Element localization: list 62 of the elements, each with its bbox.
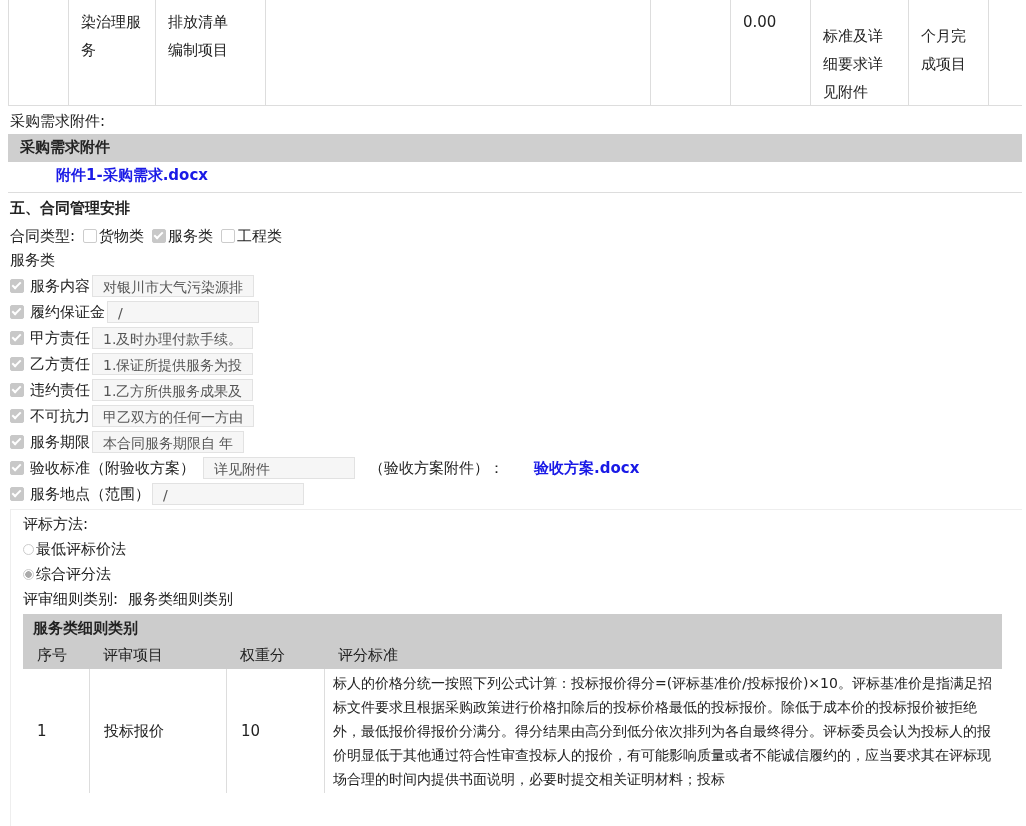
checkbox[interactable] bbox=[83, 229, 98, 243]
checkbox[interactable] bbox=[10, 487, 24, 501]
table-cell-text: 个月完 成项目 bbox=[921, 26, 967, 75]
checkbox[interactable] bbox=[152, 229, 167, 243]
contract-type-label: 合同类型: bbox=[10, 226, 76, 246]
field-label: 服务内容 bbox=[30, 276, 90, 296]
table-cell-text: 排放清单 编制项目 bbox=[168, 12, 229, 61]
input-field[interactable]: 详见附件 bbox=[203, 457, 355, 479]
table-cell: 投标报价 bbox=[104, 721, 164, 741]
table-cell: 1 bbox=[37, 722, 47, 740]
input-field[interactable]: 甲乙双方的任何一方由 bbox=[92, 405, 254, 427]
detail-value: 服务类细则类别 bbox=[128, 590, 234, 609]
field-label: 服务期限 bbox=[30, 432, 90, 452]
field-label: 违约责任 bbox=[30, 380, 90, 400]
field-label: 乙方责任 bbox=[30, 354, 90, 374]
checkbox[interactable] bbox=[10, 331, 24, 345]
radio-label: 综合评分法 bbox=[36, 565, 111, 584]
radio-button[interactable] bbox=[23, 569, 34, 580]
checkbox[interactable] bbox=[10, 279, 24, 293]
table-cell: 10 bbox=[241, 722, 261, 740]
input-field[interactable]: 1.保证所提供服务为投 bbox=[92, 353, 254, 375]
column-header: 权重分 bbox=[239, 645, 286, 665]
checkbox[interactable] bbox=[10, 383, 24, 397]
method-label: 评标方法: bbox=[23, 514, 90, 535]
input-field[interactable]: 1.及时办理付款手续。 bbox=[92, 327, 254, 349]
checkbox-label: 服务类 bbox=[168, 226, 214, 246]
table-cell-text: 0.00 bbox=[743, 12, 778, 33]
column-header: 评审项目 bbox=[102, 645, 164, 665]
attachment-label: （验收方案附件）： bbox=[369, 458, 504, 478]
attachments-label: 采购需求附件: bbox=[9, 111, 107, 132]
table-cell-text: 染治理服 务 bbox=[81, 12, 142, 61]
file-link[interactable]: 附件1-采购需求.docx bbox=[56, 166, 208, 184]
checkbox[interactable] bbox=[10, 461, 24, 475]
input-field[interactable]: 1.乙方所供服务成果及 bbox=[92, 379, 254, 401]
column-header: 序号 bbox=[36, 645, 68, 665]
input-field[interactable]: 对银川市大气污染源排 bbox=[92, 275, 254, 297]
checkbox[interactable] bbox=[10, 435, 24, 449]
checkbox[interactable] bbox=[10, 305, 24, 319]
table-title: 服务类细则类别 bbox=[32, 618, 139, 639]
input-field[interactable]: 本合同服务期限自 年 bbox=[92, 431, 245, 453]
file-link[interactable]: 验收方案.docx bbox=[534, 458, 640, 478]
input-field[interactable]: / bbox=[152, 483, 304, 505]
checkbox[interactable] bbox=[221, 229, 236, 243]
checkbox-label: 货物类 bbox=[99, 226, 145, 246]
checkbox[interactable] bbox=[10, 357, 24, 371]
category-label: 服务类 bbox=[9, 250, 56, 271]
radio-label: 最低评标价法 bbox=[36, 540, 126, 559]
field-label: 履约保证金 bbox=[30, 302, 105, 322]
section-title: 五、合同管理安排 bbox=[9, 198, 131, 219]
field-label: 验收标准（附验收方案） bbox=[30, 458, 195, 478]
table-cell-text: 标准及详 细要求详 见附件 bbox=[823, 26, 884, 103]
checkbox[interactable] bbox=[10, 409, 24, 423]
table-cell: 标人的价格分统一按照下列公式计算：投标报价得分=(评标基准价/投标报价)×10。评标基准价是指满足招标文件要求且根据采购政策进行价格扣除后的投标价格最低的投标报价。除低于成本价的投标报价被拒绝外，最低报价得报价分满分。得分结果由高分到低分依次排列为各自最终得分。评标委员会认为投标人的报价明显低于其他通过符合性审查投标人的报价，有可能影响质量或者不能诚信履约的，应当要求其在评标现场合理的时间内提供书面说明，必要时提交相关证明材料；投标 bbox=[333, 675, 992, 787]
radio-button[interactable] bbox=[23, 544, 34, 555]
attachments-header: 采购需求附件 bbox=[8, 134, 1022, 162]
field-label: 甲方责任 bbox=[30, 328, 90, 348]
checkbox-label: 工程类 bbox=[237, 226, 283, 246]
detail-label: 评审细则类别: bbox=[23, 590, 119, 609]
input-field[interactable]: / bbox=[107, 301, 259, 323]
field-label: 服务地点（范围） bbox=[30, 484, 150, 504]
column-header: 评分标准 bbox=[337, 645, 399, 665]
field-label: 不可抗力 bbox=[30, 406, 90, 426]
